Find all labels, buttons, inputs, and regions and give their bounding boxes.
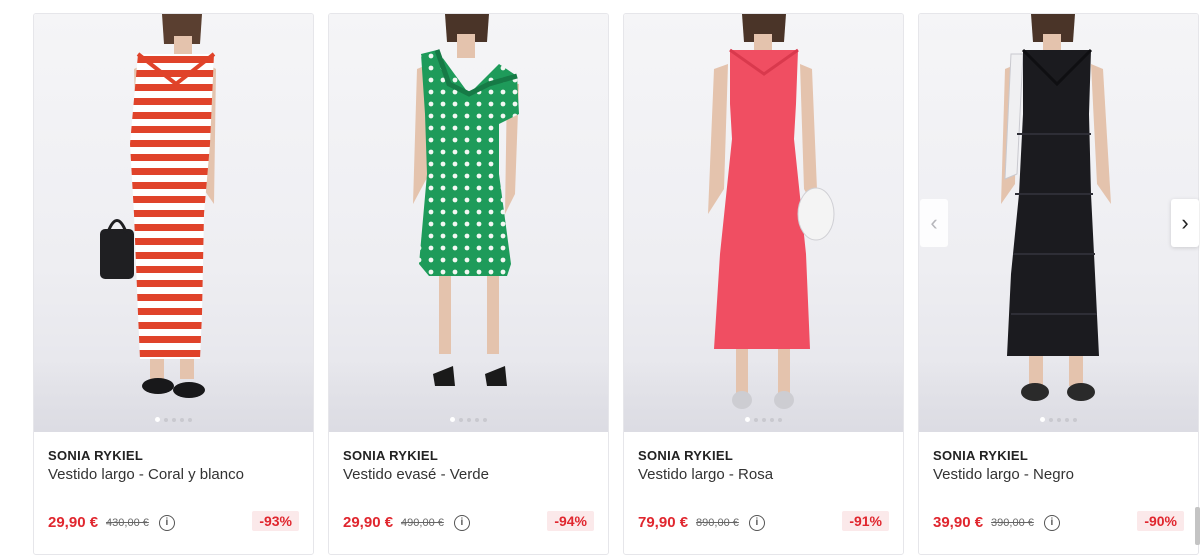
- product-brand: SONIA RYKIEL: [638, 448, 734, 463]
- discount-badge: -93%: [252, 511, 299, 531]
- original-price: 890,00 €: [696, 516, 739, 529]
- model-photo: [1001, 14, 1111, 401]
- product-title: Vestido largo - Negro: [933, 466, 1074, 483]
- price-row: 29,90 € 490,00 € i: [343, 514, 470, 531]
- product-carousel: SONIA RYKIEL Vestido largo - Coral y bla…: [0, 0, 1200, 555]
- current-price: 29,90 €: [48, 514, 99, 531]
- info-circle-icon[interactable]: i: [1043, 514, 1060, 531]
- product-card[interactable]: SONIA RYKIEL Vestido largo - Coral y bla…: [33, 13, 314, 555]
- product-info: SONIA RYKIEL Vestido largo - Negro 39,90…: [919, 432, 1198, 554]
- model-photo: [708, 14, 835, 409]
- product-image[interactable]: [624, 14, 903, 432]
- info-circle-icon[interactable]: i: [158, 514, 175, 531]
- product-card[interactable]: SONIA RYKIEL Vestido evasé - Verde 29,90…: [328, 13, 609, 555]
- product-title: Vestido largo - Coral y blanco: [48, 466, 244, 483]
- discount-badge: -90%: [1137, 511, 1184, 531]
- image-pagination[interactable]: [329, 417, 608, 422]
- current-price: 29,90 €: [343, 514, 394, 531]
- product-brand: SONIA RYKIEL: [933, 448, 1029, 463]
- product-info: SONIA RYKIEL Vestido largo - Coral y bla…: [34, 432, 313, 554]
- price-row: 39,90 € 390,00 € i: [933, 514, 1060, 531]
- image-pagination[interactable]: [919, 417, 1198, 422]
- original-price: 390,00 €: [991, 516, 1034, 529]
- discount-badge: -91%: [842, 511, 889, 531]
- product-image[interactable]: [34, 14, 313, 432]
- product-card[interactable]: SONIA RYKIEL Vestido largo - Negro 39,90…: [918, 13, 1199, 555]
- model-photo: [100, 14, 216, 398]
- model-photo: [413, 14, 519, 386]
- chevron-right-icon: ›: [1181, 210, 1189, 235]
- chevron-left-icon: ‹: [930, 210, 938, 235]
- product-card[interactable]: SONIA RYKIEL Vestido largo - Rosa 79,90 …: [623, 13, 904, 555]
- product-brand: SONIA RYKIEL: [48, 448, 144, 463]
- scrollbar-thumb[interactable]: [1195, 507, 1200, 545]
- info-circle-icon[interactable]: i: [453, 514, 470, 531]
- product-image[interactable]: [919, 14, 1198, 432]
- original-price: 490,00 €: [401, 516, 444, 529]
- carousel-next-button[interactable]: ›: [1171, 199, 1199, 247]
- discount-badge: -94%: [547, 511, 594, 531]
- product-info: SONIA RYKIEL Vestido evasé - Verde 29,90…: [329, 432, 608, 554]
- product-image[interactable]: [329, 14, 608, 432]
- price-row: 29,90 € 430,00 € i: [48, 514, 175, 531]
- product-brand: SONIA RYKIEL: [343, 448, 439, 463]
- product-title: Vestido evasé - Verde: [343, 466, 489, 483]
- carousel-prev-button[interactable]: ‹: [920, 199, 948, 247]
- current-price: 39,90 €: [933, 514, 984, 531]
- image-pagination[interactable]: [624, 417, 903, 422]
- info-circle-icon[interactable]: i: [748, 514, 765, 531]
- image-pagination[interactable]: [34, 417, 313, 422]
- product-title: Vestido largo - Rosa: [638, 466, 774, 483]
- product-info: SONIA RYKIEL Vestido largo - Rosa 79,90 …: [624, 432, 903, 554]
- original-price: 430,00 €: [106, 516, 149, 529]
- price-row: 79,90 € 890,00 € i: [638, 514, 765, 531]
- current-price: 79,90 €: [638, 514, 689, 531]
